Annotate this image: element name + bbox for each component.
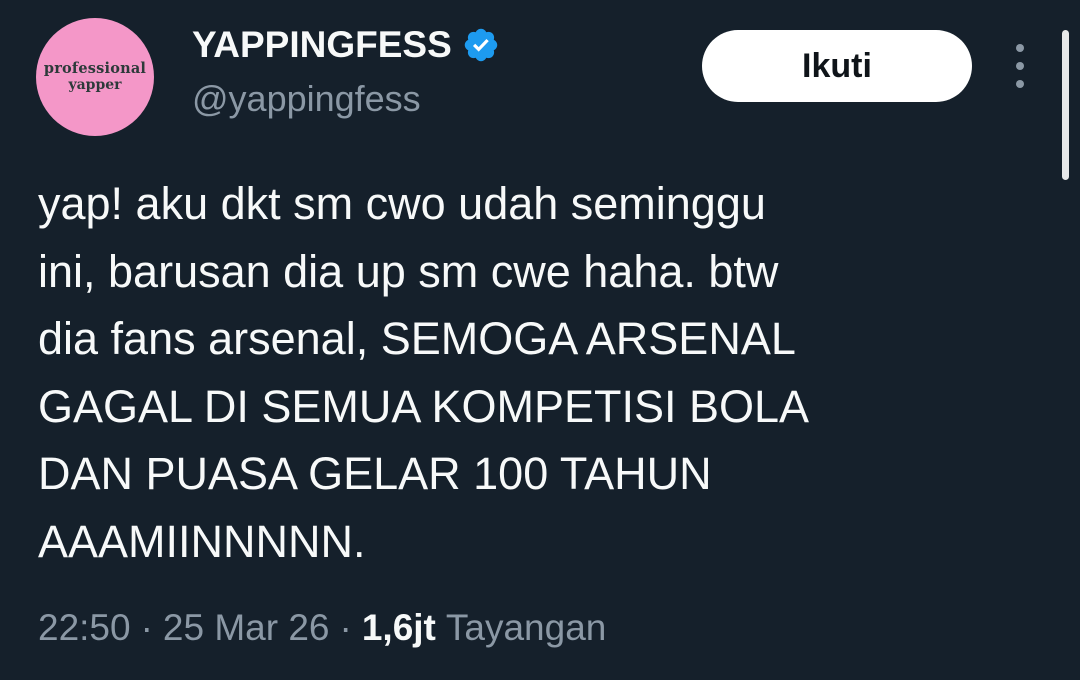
tweet-text-line: dia fans arsenal, SEMOGA ARSENAL bbox=[38, 313, 796, 364]
tweet-text-line: AAAMIINNNNN. bbox=[38, 515, 366, 567]
tweet-text: yap! aku dkt sm cwo udah seminggu ini, b… bbox=[38, 170, 1038, 575]
verified-badge-icon bbox=[464, 28, 498, 62]
author-display-name[interactable]: YAPPINGFESS bbox=[192, 24, 452, 66]
scrollbar[interactable] bbox=[1062, 30, 1069, 180]
views-count[interactable]: 1,6jt bbox=[362, 607, 436, 649]
views-label[interactable]: Tayangan bbox=[446, 607, 606, 649]
tweet-meta: 22:50 · 25 Mar 26 · 1,6jt Tayangan bbox=[38, 607, 606, 649]
avatar[interactable]: professional yapper bbox=[36, 18, 154, 136]
avatar-text-line1: professional bbox=[43, 59, 147, 77]
more-vertical-icon[interactable] bbox=[1008, 44, 1032, 88]
tweet-text-line: yap! aku dkt sm cwo udah seminggu bbox=[38, 178, 766, 229]
tweet-text-line: DAN PUASA GELAR 100 TAHUN bbox=[38, 448, 712, 499]
more-dot bbox=[1016, 62, 1024, 70]
author-display-name-row[interactable]: YAPPINGFESS bbox=[192, 24, 500, 66]
more-dot bbox=[1016, 80, 1024, 88]
avatar-text-line2: yapper bbox=[68, 77, 122, 94]
tweet-text-line: GAGAL DI SEMUA KOMPETISI BOLA bbox=[38, 380, 810, 432]
tweet-view: professional yapper YAPPINGFESS @yapping… bbox=[0, 0, 1080, 680]
meta-separator: · bbox=[140, 607, 153, 648]
tweet-date[interactable]: 25 Mar 26 bbox=[163, 607, 330, 649]
author-handle[interactable]: @yappingfess bbox=[192, 78, 421, 120]
tweet-text-line: ini, barusan dia up sm cwe haha. btw bbox=[38, 245, 779, 297]
follow-button[interactable]: Ikuti bbox=[702, 30, 972, 102]
more-dot bbox=[1016, 44, 1024, 52]
tweet-time[interactable]: 22:50 bbox=[38, 607, 131, 649]
meta-separator: · bbox=[339, 607, 352, 648]
